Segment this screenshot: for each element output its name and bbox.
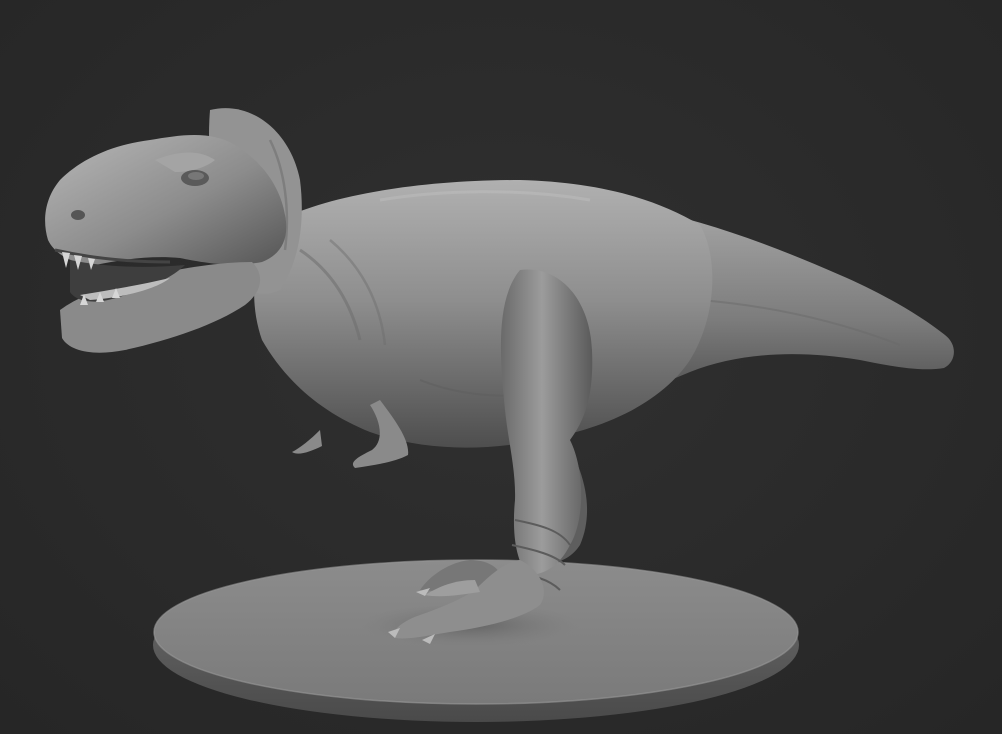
torso xyxy=(254,180,713,448)
sculpt-viewport[interactable] xyxy=(0,0,1002,734)
head xyxy=(45,135,287,353)
render-scene xyxy=(45,108,954,722)
